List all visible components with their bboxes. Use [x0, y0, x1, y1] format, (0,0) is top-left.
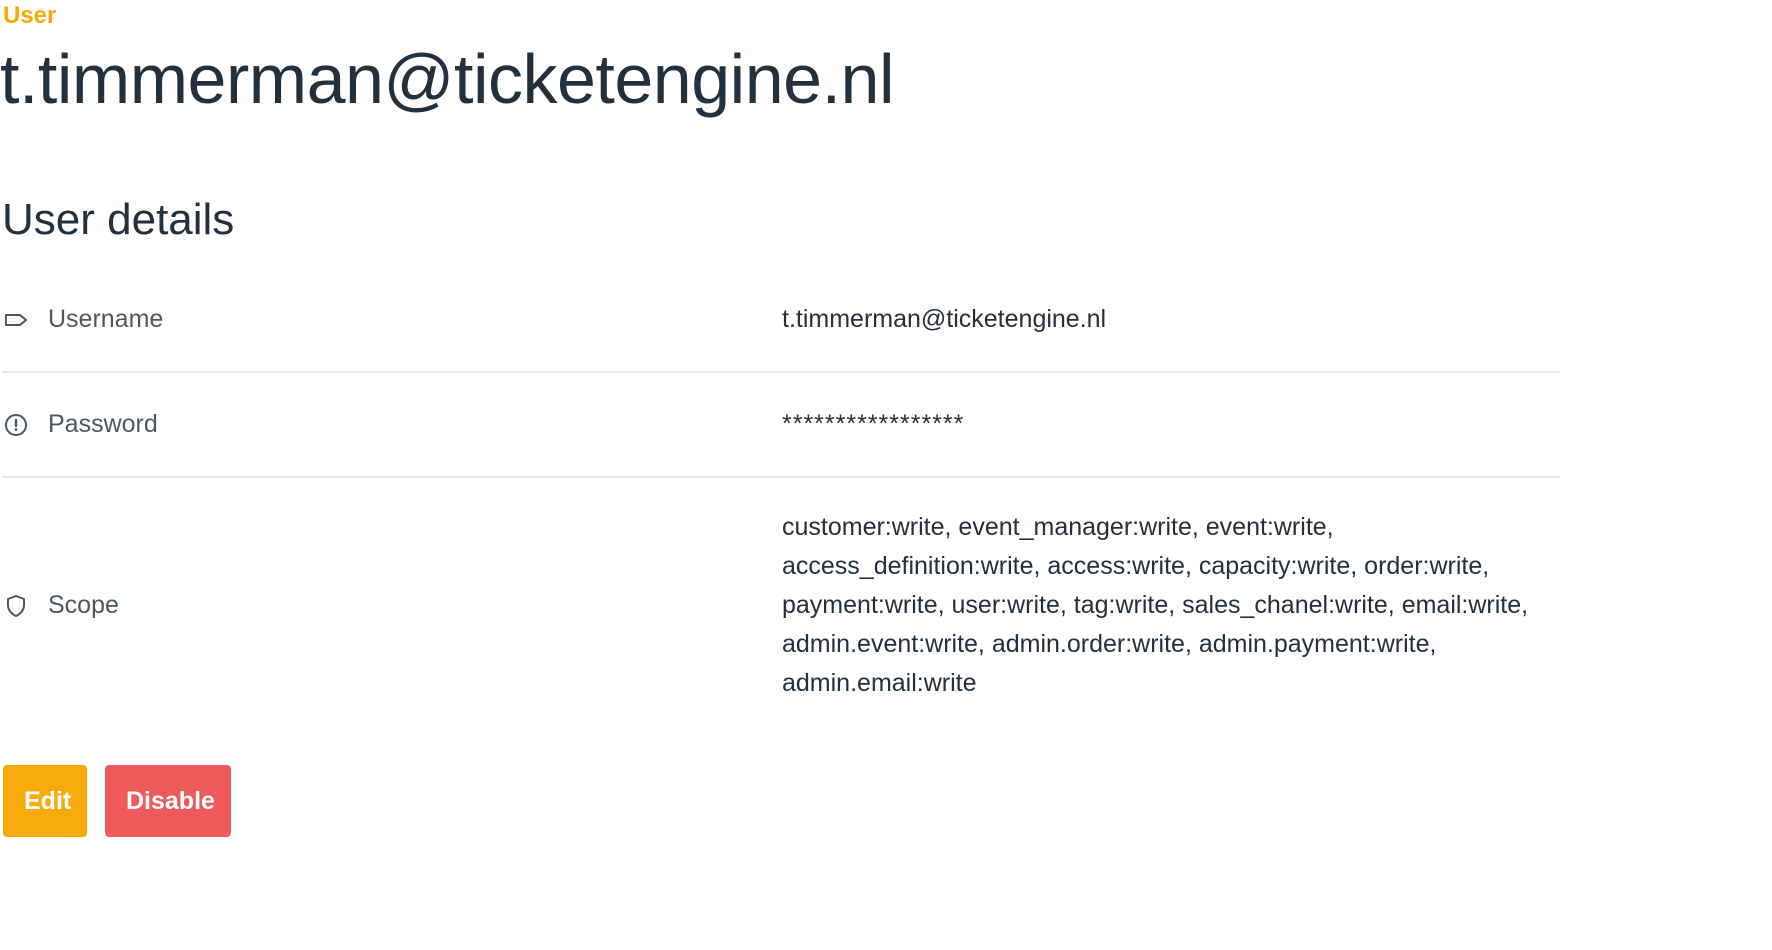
password-row: Password *****************: [2, 373, 1560, 478]
password-label-cell: Password: [2, 410, 782, 439]
scope-row: Scope customer:write, event_manager:writ…: [2, 478, 1560, 733]
info-circle-icon: [2, 411, 30, 439]
action-buttons: Edit Disable: [3, 765, 231, 837]
password-value: *****************: [782, 410, 965, 438]
user-details-list: Username t.timmerman@ticketengine.nl Pas…: [2, 268, 1560, 733]
scope-label: Scope: [48, 591, 119, 619]
tag-icon: [2, 306, 30, 334]
password-label: Password: [48, 410, 158, 438]
username-row: Username t.timmerman@ticketengine.nl: [2, 268, 1560, 373]
username-label: Username: [48, 305, 164, 333]
disable-button[interactable]: Disable: [105, 765, 231, 837]
user-details-heading: User details: [2, 195, 235, 244]
page-title: t.timmerman@ticketengine.nl: [0, 40, 895, 118]
shield-icon: [2, 592, 30, 620]
username-label-cell: Username: [2, 305, 782, 334]
scope-value: customer:write, event_manager:write, eve…: [782, 513, 1529, 697]
scope-label-cell: Scope: [2, 591, 782, 620]
user-detail-page: User t.timmerman@ticketengine.nl User de…: [0, 0, 1772, 950]
section-label: User: [3, 2, 57, 29]
username-value: t.timmerman@ticketengine.nl: [782, 305, 1107, 333]
edit-button[interactable]: Edit: [3, 765, 87, 837]
